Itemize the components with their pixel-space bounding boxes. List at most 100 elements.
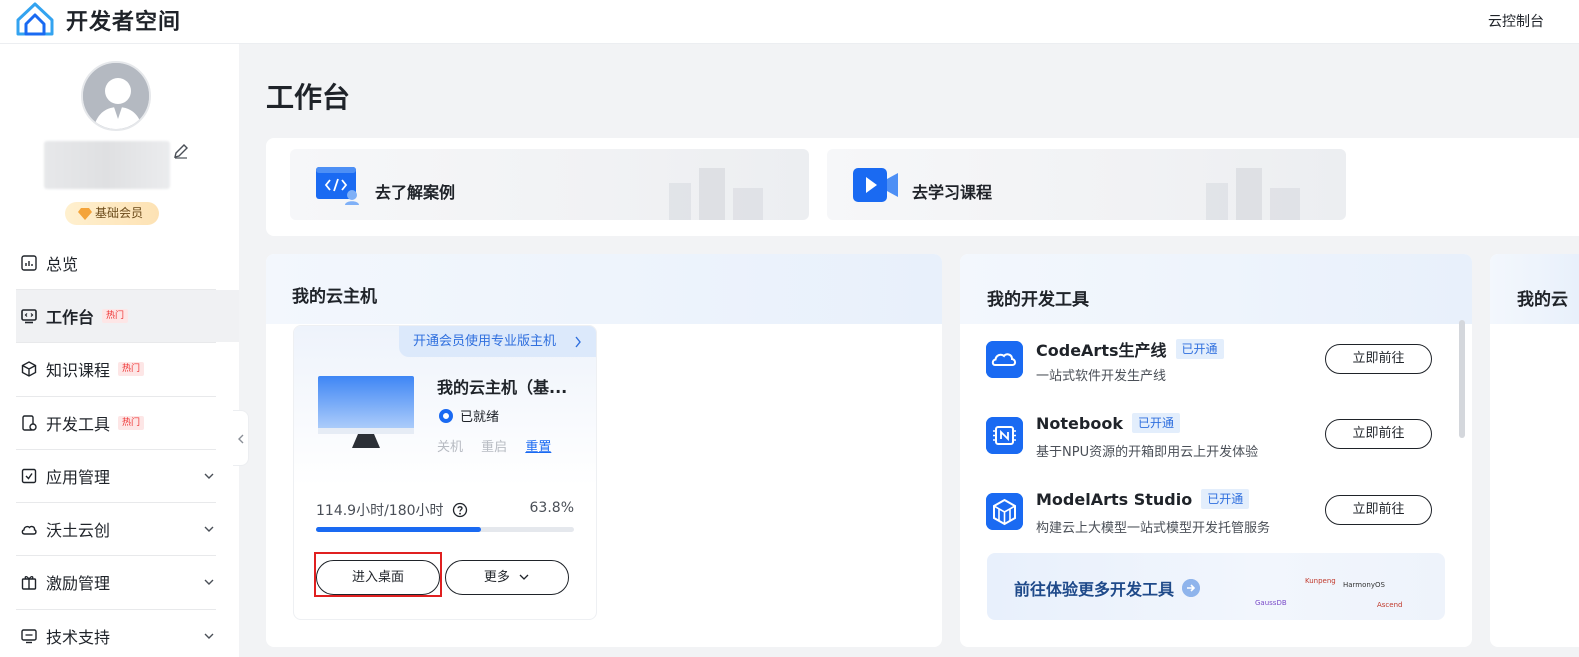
usage-hours-label: 114.9小时/180小时 <box>316 503 444 519</box>
brand-harmonyos: HarmonyOS <box>1343 581 1385 589</box>
more-tools-label: 前往体验更多开发工具 <box>1014 580 1175 599</box>
hot-badge: 热门 <box>102 309 129 323</box>
console-link[interactable]: 云控制台 <box>1488 11 1544 31</box>
sidebar-item-label: 技术支持 <box>46 628 111 647</box>
cloud-host-section-title: 我的云主机 <box>292 287 377 307</box>
quick-links-panel: 去了解案例 去学习课程 <box>266 138 1579 236</box>
sidebar-item-incentives[interactable]: 激励管理 <box>16 556 239 608</box>
code-case-icon <box>316 167 359 205</box>
dev-tools-scrollbar[interactable] <box>1459 320 1465 438</box>
diamond-icon <box>78 208 92 220</box>
third-panel-title: 我的云 <box>1517 290 1568 310</box>
sidebar-item-cloud-create[interactable]: 沃土云创 <box>16 503 239 555</box>
vip-banner-label: 开通会员使用专业版主机 <box>413 334 557 349</box>
cloud-create-icon <box>21 525 37 535</box>
restart-button[interactable]: 重启 <box>481 440 507 455</box>
member-level-label: 基础会员 <box>95 206 144 220</box>
quick-link-label: 去学习课程 <box>912 183 993 202</box>
more-tools-link: 前往体验更多开发工具 <box>1014 576 1201 600</box>
status-ready-icon <box>439 408 453 423</box>
host-status-label: 已就绪 <box>460 410 500 425</box>
quick-link-courses[interactable]: 去学习课程 <box>827 149 1346 220</box>
tool-name-label: ModelArts Studio <box>1036 489 1193 509</box>
notebook-icon <box>986 417 1023 454</box>
modelarts-icon <box>986 493 1023 530</box>
top-bar: 开发者空间 云控制台 <box>0 0 1579 44</box>
gift-icon <box>21 576 37 590</box>
sidebar-item-workbench[interactable]: 工作台 热门 <box>16 290 239 342</box>
codearts-icon <box>986 341 1023 378</box>
tool-name: ModelArts Studio 已开通 <box>1036 489 1250 509</box>
dev-tools-section-title: 我的开发工具 <box>987 290 1089 310</box>
tool-name-label: Notebook <box>1036 413 1123 433</box>
tool-description: 一站式软件开发生产线 <box>1036 369 1167 384</box>
chevron-down-icon <box>204 526 214 532</box>
vip-upgrade-link[interactable]: 开通会员使用专业版主机 <box>399 326 596 357</box>
more-tools-banner[interactable]: 前往体验更多开发工具 Kunpeng HarmonyOS GaussDB Asc… <box>987 553 1445 620</box>
arrow-right-circle-icon <box>1182 579 1201 597</box>
tool-row-codearts: CodeArts生产线 已开通 一站式软件开发生产线 立即前往 <box>986 337 1446 387</box>
sidebar-item-courses[interactable]: 知识课程 热门 <box>16 343 239 395</box>
support-icon <box>21 629 37 644</box>
edit-icon[interactable] <box>172 142 190 160</box>
avatar[interactable] <box>81 61 151 131</box>
sidebar-item-overview[interactable]: 总览 <box>16 237 239 289</box>
opened-badge: 已开通 <box>1201 489 1250 509</box>
usage-percent: 63.8% <box>529 500 574 516</box>
tool-description: 构建云上大模型一站式模型开发托管服务 <box>1036 521 1271 536</box>
sidebar-item-label: 沃土云创 <box>46 521 111 540</box>
tool-name: CodeArts生产线 已开通 <box>1036 337 1224 361</box>
chevron-down-icon <box>519 574 529 580</box>
usage-progress-fill <box>316 527 481 532</box>
opened-badge: 已开通 <box>1131 413 1180 433</box>
city-illustration-icon <box>1206 168 1300 220</box>
sidebar-item-label: 工作台 <box>46 308 95 327</box>
help-icon[interactable] <box>452 502 468 518</box>
logo-icon[interactable] <box>14 0 56 38</box>
tool-description: 基于NPU资源的开箱即用云上开发体验 <box>1036 445 1259 460</box>
app-title[interactable]: 开发者空间 <box>66 4 181 36</box>
opened-badge: 已开通 <box>1175 339 1224 359</box>
avatar-person-icon <box>83 63 149 129</box>
sidebar: 基础会员 总览 工作台 热门 知识课程 热门 开发工具 热门 应用管理 沃土云创… <box>0 44 239 657</box>
username-redacted <box>44 141 170 189</box>
sidebar-item-dev-tools[interactable]: 开发工具 热门 <box>16 397 239 449</box>
annotation-highlight-box <box>314 552 442 597</box>
sidebar-item-label: 应用管理 <box>46 468 111 487</box>
member-badge[interactable]: 基础会员 <box>65 202 159 225</box>
sidebar-item-label: 知识课程 <box>46 361 111 380</box>
go-modelarts-button[interactable]: 立即前往 <box>1325 495 1432 525</box>
sidebar-collapse-handle[interactable] <box>233 410 249 466</box>
host-actions: 关机 重启 重置 <box>437 436 565 455</box>
sidebar-item-label: 激励管理 <box>46 574 111 593</box>
go-notebook-button[interactable]: 立即前往 <box>1325 419 1432 449</box>
quick-link-cases[interactable]: 去了解案例 <box>290 149 809 220</box>
workbench-icon <box>21 309 37 324</box>
tool-name: Notebook 已开通 <box>1036 413 1180 433</box>
monitor-icon <box>318 376 414 448</box>
chevron-down-icon <box>204 473 214 479</box>
page-title: 工作台 <box>266 81 351 114</box>
city-illustration-icon <box>669 168 763 220</box>
sidebar-item-tech-support[interactable]: 技术支持 <box>16 610 239 657</box>
reset-button[interactable]: 重置 <box>525 440 551 455</box>
quick-link-label: 去了解案例 <box>375 183 456 202</box>
overview-icon <box>21 255 37 271</box>
usage-hours: 114.9小时/180小时 <box>316 500 468 520</box>
brand-gaussdb: GaussDB <box>1255 599 1287 607</box>
more-button[interactable]: 更多 <box>445 560 569 595</box>
tool-name-label: CodeArts生产线 <box>1036 341 1167 360</box>
brand-ascend: Ascend <box>1377 601 1403 609</box>
app-manage-icon <box>21 468 37 484</box>
host-name: 我的云主机（基... <box>437 378 568 397</box>
chevron-down-icon <box>204 633 214 639</box>
sidebar-item-label: 总览 <box>46 255 79 274</box>
usage-progress-bar <box>316 527 574 532</box>
go-codearts-button[interactable]: 立即前往 <box>1325 344 1432 374</box>
shutdown-button[interactable]: 关机 <box>437 440 463 455</box>
sidebar-item-app-management[interactable]: 应用管理 <box>16 450 239 502</box>
more-button-label: 更多 <box>483 570 510 585</box>
hot-badge: 热门 <box>118 416 145 430</box>
brand-kunpeng: Kunpeng <box>1305 577 1336 585</box>
chevron-left-icon <box>238 434 244 444</box>
